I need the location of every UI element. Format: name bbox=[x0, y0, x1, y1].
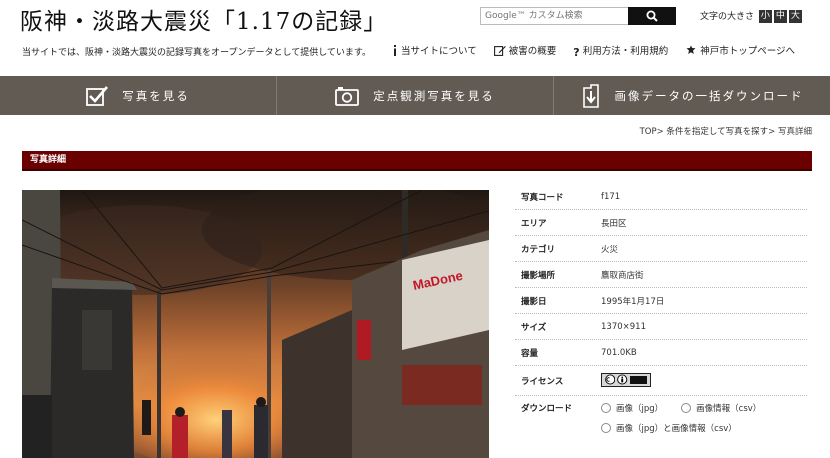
font-size-large-button[interactable]: 大 bbox=[788, 10, 802, 23]
cc-strip bbox=[629, 375, 647, 384]
radio-button[interactable] bbox=[601, 423, 611, 433]
detail-label: 写真コード bbox=[521, 192, 564, 203]
nav-fixed-point-photos[interactable]: 定点観測写真を見る bbox=[277, 76, 554, 115]
breadcrumb-current: 写真詳細 bbox=[777, 127, 812, 137]
detail-row-filesize: 容量 701.0KB bbox=[515, 340, 807, 366]
detail-value: 火災 bbox=[601, 244, 619, 255]
checkbox-icon bbox=[86, 85, 109, 106]
info-icon bbox=[394, 45, 396, 56]
detail-label: 撮影日 bbox=[521, 296, 547, 307]
cc-icon bbox=[605, 374, 616, 385]
download-option-csv[interactable]: 画像情報（csv） bbox=[681, 402, 761, 414]
nav-fixed-point-photos-label: 定点観測写真を見る bbox=[373, 88, 495, 103]
header-link-kobe-label: 神戸市トップページへ bbox=[700, 46, 796, 57]
question-icon: ? bbox=[573, 46, 580, 59]
search-button[interactable] bbox=[628, 7, 676, 25]
download-row: ダウンロード 画像（jpg） 画像情報（csv） bbox=[515, 402, 807, 422]
breadcrumb-top[interactable]: TOP bbox=[640, 127, 657, 137]
detail-value: 1370×911 bbox=[601, 321, 646, 332]
detail-value: 1995年1月17日 bbox=[601, 296, 665, 307]
search-input[interactable] bbox=[480, 7, 632, 25]
detail-row-size: サイズ 1370×911 bbox=[515, 314, 807, 340]
search-icon bbox=[646, 10, 658, 22]
main-navigation: 写真を見る 定点観測写真を見る 画像データの一括ダウンロード bbox=[0, 76, 830, 115]
header-link-kobe[interactable]: 神戸市トップページへ bbox=[685, 43, 795, 57]
header-links: 当サイトについて 被害の概要 ? 利用方法・利用規約 神戸市トップページへ bbox=[392, 43, 809, 59]
photo-details: 写真コード f171 エリア 長田区 カテゴリ 火災 撮影場所 鷹取商店街 撮影… bbox=[515, 184, 807, 442]
detail-row-location: 撮影場所 鷹取商店街 bbox=[515, 262, 807, 288]
nav-bulk-download-label: 画像データの一括ダウンロード bbox=[614, 88, 804, 103]
site-title[interactable]: 阪神・淡路大震災「1.17の記録」 bbox=[20, 2, 387, 36]
radio-button[interactable] bbox=[681, 403, 692, 413]
download-icon bbox=[582, 83, 599, 108]
download-label: ダウンロード bbox=[521, 404, 573, 414]
detail-value: 鷹取商店街 bbox=[601, 270, 644, 281]
breadcrumb-separator: > bbox=[656, 127, 664, 137]
breadcrumb-search[interactable]: 条件を指定して写真を探す bbox=[666, 127, 768, 137]
site-header: 阪神・淡路大震災「1.17の記録」 当サイトでは、阪神・淡路大震災の記録写真をオ… bbox=[0, 0, 830, 76]
section-header: 写真詳細 bbox=[22, 151, 812, 171]
font-size-medium-button[interactable]: 中 bbox=[773, 10, 787, 23]
radio-button[interactable] bbox=[601, 403, 611, 413]
detail-row-code: 写真コード f171 bbox=[515, 184, 807, 210]
header-link-terms[interactable]: ? 利用方法・利用規約 bbox=[573, 43, 668, 59]
nav-view-photos[interactable]: 写真を見る bbox=[0, 76, 277, 115]
font-size-small-button[interactable]: 小 bbox=[758, 10, 772, 23]
detail-label: サイズ bbox=[521, 322, 547, 333]
detail-value bbox=[601, 372, 807, 389]
detail-row-category: カテゴリ 火災 bbox=[515, 236, 807, 262]
kobe-city-icon bbox=[686, 45, 696, 54]
header-link-about-label: 当サイトについて bbox=[401, 46, 477, 57]
detail-value: f171 bbox=[601, 191, 621, 202]
camera-icon bbox=[335, 86, 360, 106]
download-row: 画像（jpg）と画像情報（csv） bbox=[515, 422, 807, 442]
detail-value: 701.0KB bbox=[601, 347, 637, 358]
by-attribution-icon bbox=[617, 374, 628, 385]
download-section: ダウンロード 画像（jpg） 画像情報（csv） 画像（jpg）と画像情報（cs… bbox=[515, 396, 807, 442]
section-title: 写真詳細 bbox=[30, 155, 67, 165]
detail-row-date: 撮影日 1995年1月17日 bbox=[515, 288, 807, 314]
download-option-both[interactable]: 画像（jpg）と画像情報（csv） bbox=[601, 422, 737, 434]
detail-label: 撮影場所 bbox=[521, 270, 556, 281]
detail-label: カテゴリ bbox=[521, 244, 556, 255]
header-link-damage-label: 被害の概要 bbox=[508, 46, 557, 57]
nav-bulk-download[interactable]: 画像データの一括ダウンロード bbox=[554, 76, 830, 115]
download-option-jpg[interactable]: 画像（jpg） bbox=[601, 402, 663, 414]
detail-label: ライセンス bbox=[521, 376, 564, 387]
detail-label: 容量 bbox=[521, 348, 539, 359]
font-size-switcher: 文字の大きさ 小中大 bbox=[700, 9, 802, 23]
earthquake-fire-photo[interactable]: MaDone bbox=[22, 190, 489, 458]
photo-image: MaDone bbox=[22, 190, 489, 458]
header-link-about[interactable]: 当サイトについて bbox=[392, 43, 477, 57]
site-tagline: 当サイトでは、阪神・淡路大震災の記録写真をオープンデータとして提供しています。 bbox=[22, 48, 372, 58]
download-option-both-label: 画像（jpg）と画像情報（csv） bbox=[616, 424, 737, 434]
detail-value: 長田区 bbox=[601, 218, 627, 229]
detail-row-area: エリア 長田区 bbox=[515, 210, 807, 236]
breadcrumb: TOP> 条件を指定して写真を探す> 写真詳細 bbox=[640, 125, 812, 137]
edit-icon bbox=[493, 46, 506, 56]
download-option-jpg-label: 画像（jpg） bbox=[616, 404, 664, 414]
download-option-csv-label: 画像情報（csv） bbox=[696, 404, 762, 414]
nav-view-photos-label: 写真を見る bbox=[122, 88, 190, 103]
detail-row-license: ライセンス bbox=[515, 366, 807, 396]
breadcrumb-separator: > bbox=[768, 127, 776, 137]
detail-label: エリア bbox=[521, 218, 547, 229]
font-size-label: 文字の大きさ bbox=[700, 12, 755, 22]
header-link-terms-label: 利用方法・利用規約 bbox=[582, 46, 669, 57]
cc-license-badge[interactable] bbox=[601, 372, 651, 387]
header-link-damage[interactable]: 被害の概要 bbox=[493, 43, 557, 57]
